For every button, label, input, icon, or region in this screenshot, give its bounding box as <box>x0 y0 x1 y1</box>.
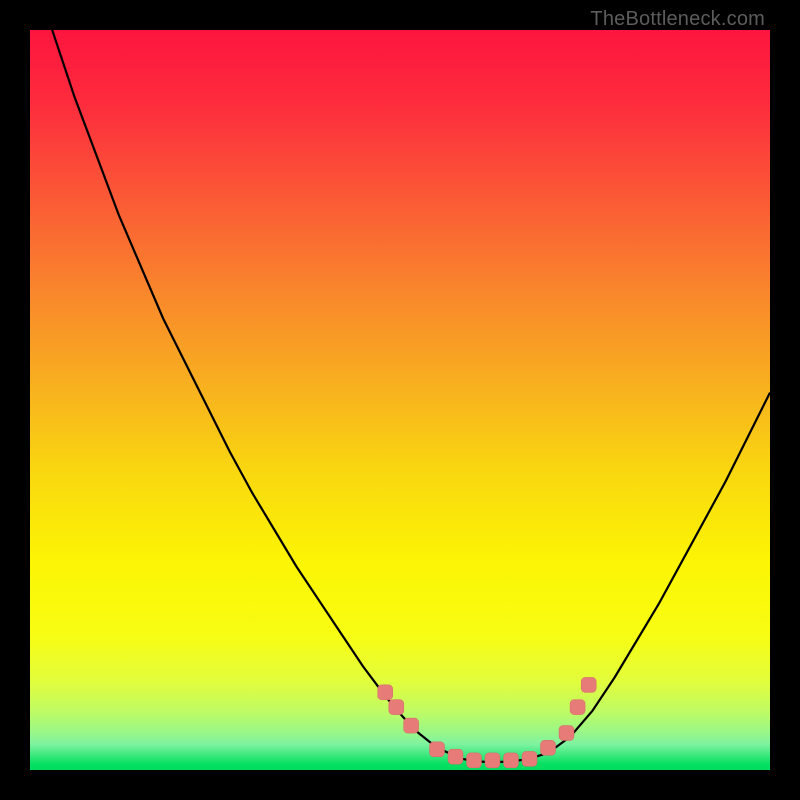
marker-point <box>541 740 556 755</box>
optimal-markers <box>378 677 597 767</box>
bottleneck-curve <box>30 30 770 762</box>
chart-frame: TheBottleneck.com <box>0 0 800 800</box>
marker-point <box>570 700 585 715</box>
plot-area <box>30 30 770 770</box>
marker-point <box>378 685 393 700</box>
marker-point <box>389 700 404 715</box>
marker-point <box>522 751 537 766</box>
marker-point <box>485 753 500 768</box>
marker-point <box>404 718 419 733</box>
marker-point <box>559 726 574 741</box>
marker-point <box>430 742 445 757</box>
marker-point <box>504 753 519 768</box>
marker-point <box>467 753 482 768</box>
marker-point <box>448 749 463 764</box>
marker-point <box>581 677 596 692</box>
chart-overlay <box>30 30 770 770</box>
watermark-text: TheBottleneck.com <box>590 8 765 31</box>
